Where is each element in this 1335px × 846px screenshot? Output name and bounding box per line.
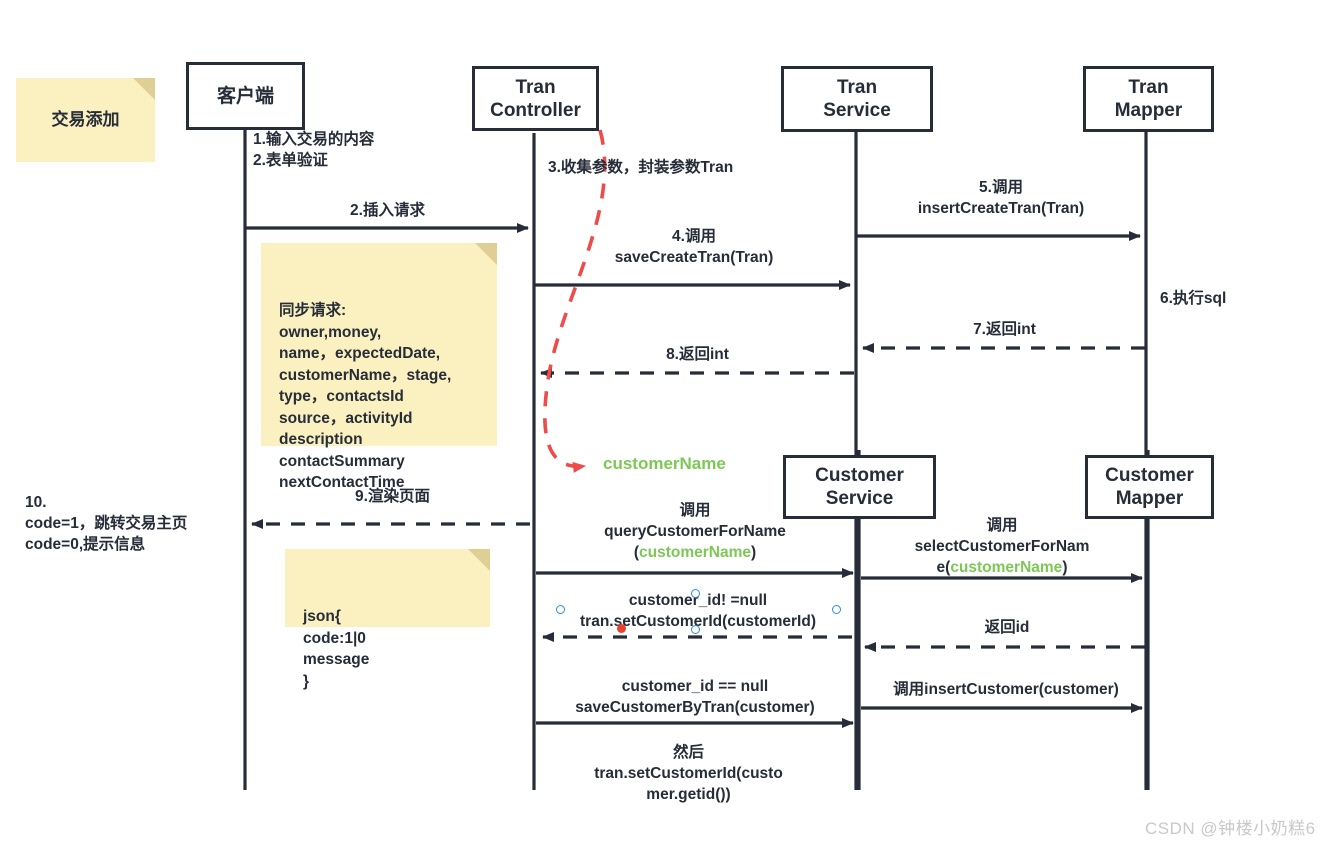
message-label-select-customer-for-name[interactable]: 调用 selectCustomerForNam e(customerName)	[861, 515, 1143, 578]
lifeline-tran-controller-label: Tran Controller	[490, 76, 581, 121]
message-11-suffix: )	[751, 544, 757, 561]
selection-handle-bottom-center[interactable]	[691, 625, 700, 634]
message-label-9[interactable]: 9.渲染页面	[250, 486, 535, 507]
selection-handle-top-center[interactable]	[691, 589, 700, 598]
message-label-then-set-customer-id[interactable]: 然后 tran.setCustomerId(custo mer.getid())	[566, 742, 811, 805]
message-label-1[interactable]: 1.输入交易的内容 2.表单验证	[253, 129, 483, 171]
lifeline-tran-controller[interactable]: Tran Controller	[472, 66, 599, 131]
message-label-5[interactable]: 5.调用 insertCreateTran(Tran)	[856, 177, 1146, 219]
watermark: CSDN @钟楼小奶糕6	[1145, 819, 1316, 838]
message-label-query-customer-for-name[interactable]: 调用 queryCustomerForName (customerName)	[536, 500, 854, 563]
message-12-suffix: )	[1062, 559, 1068, 576]
note-json-response[interactable]: json{ code:1|0 message }	[285, 549, 490, 690]
message-label-save-customer-by-tran[interactable]: customer_id == null saveCustomerByTran(c…	[536, 676, 854, 718]
message-label-insert-customer[interactable]: 调用insertCustomer(customer)	[861, 679, 1151, 700]
message-label-4[interactable]: 4.调用 saveCreateTran(Tran)	[534, 226, 854, 268]
lifeline-tran-service-label: Tran Service	[823, 77, 891, 121]
message-label-6[interactable]: 6.执行sql	[1160, 288, 1310, 309]
message-label-return-id[interactable]: 返回id	[862, 617, 1152, 638]
selection-handle-middle-left[interactable]	[556, 605, 565, 614]
message-11-highlight: customerName	[639, 544, 751, 561]
red-reference-curve	[543, 129, 607, 473]
note-fold-icon	[468, 549, 490, 571]
message-12-highlight: customerName	[950, 559, 1063, 576]
selection-handle-middle-right[interactable]	[832, 605, 841, 614]
message-label-10[interactable]: 10. code=1，跳转交易主页 code=0,提示信息	[25, 492, 255, 555]
note-sync-request[interactable]: 同步请求: owner,money, name，expectedDate, cu…	[261, 243, 497, 491]
lifeline-customer-mapper[interactable]: Customer Mapper	[1085, 455, 1214, 519]
note-fold-icon	[475, 243, 497, 265]
note-fold-icon	[133, 78, 155, 100]
message-label-7[interactable]: 7.返回int	[862, 319, 1147, 340]
message-label-2[interactable]: 2.插入请求	[245, 200, 530, 221]
lifeline-tran-mapper-label: Tran Mapper	[1114, 77, 1183, 121]
sequence-diagram-canvas: 客户端 Tran Controller Tran Service Tran Ma…	[0, 0, 1335, 846]
customer-name-reference-label[interactable]: customerName	[603, 453, 803, 474]
note-json-response-text: json{ code:1|0 message }	[303, 608, 370, 690]
selection-handle-connection-point[interactable]	[617, 624, 626, 633]
lifeline-tran-mapper[interactable]: Tran Mapper	[1083, 66, 1214, 132]
lifeline-tran-service[interactable]: Tran Service	[781, 66, 933, 132]
note-sync-request-text: 同步请求: owner,money, name，expectedDate, cu…	[279, 302, 452, 491]
note-title[interactable]: 交易添加	[16, 78, 155, 162]
lifeline-client[interactable]: 客户端	[186, 62, 305, 130]
message-label-3[interactable]: 3.收集参数，封装参数Tran	[548, 157, 848, 178]
lifeline-customer-mapper-label: Customer Mapper	[1105, 465, 1194, 509]
message-label-8[interactable]: 8.返回int	[540, 344, 855, 365]
lifeline-client-label: 客户端	[216, 85, 274, 107]
note-title-text: 交易添加	[51, 110, 120, 130]
